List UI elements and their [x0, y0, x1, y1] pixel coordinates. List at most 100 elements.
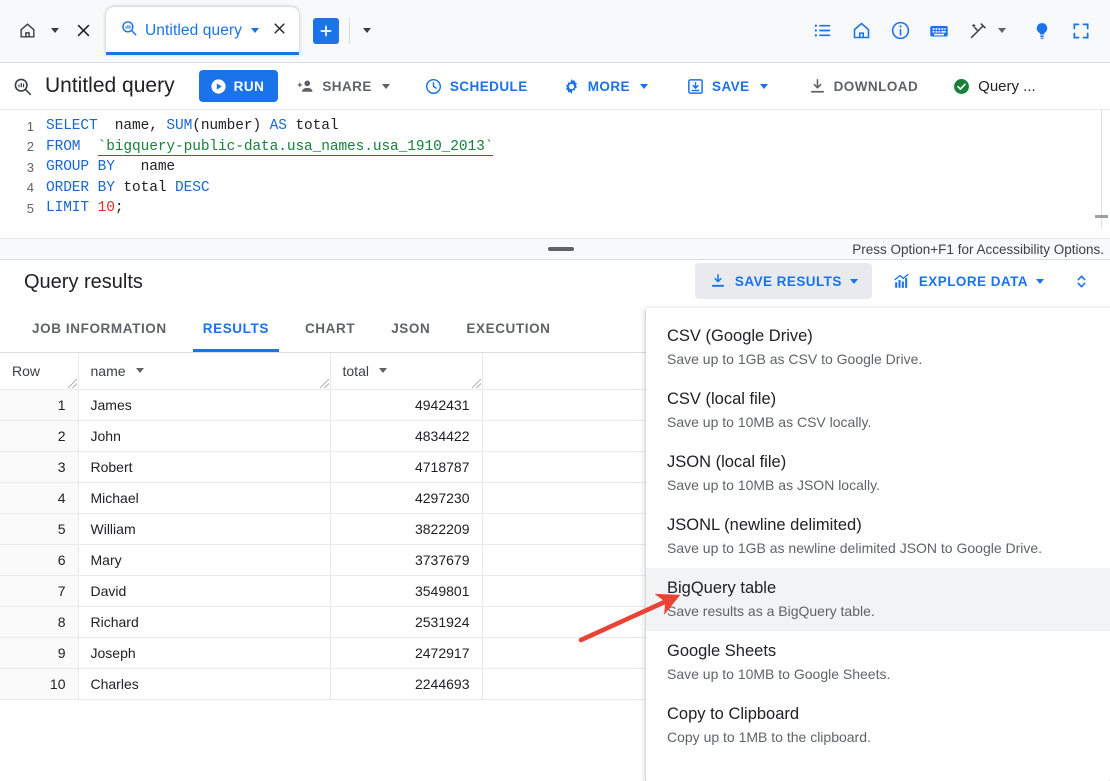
sql-token: FROM [46, 139, 80, 155]
save-results-chevron-down-icon[interactable] [850, 279, 858, 284]
column-name-chevron-down-icon[interactable] [136, 368, 144, 373]
tab-label: CHART [305, 321, 355, 336]
sql-token: 10 [98, 200, 115, 216]
results-actions: SAVE RESULTS EXPLORE DATA [695, 263, 1110, 299]
menu-item-description: Save results as a BigQuery table. [667, 601, 1088, 622]
save-results-button[interactable]: SAVE RESULTS [695, 263, 872, 299]
explore-data-chevron-down-icon[interactable] [1036, 279, 1044, 284]
menu-item-json-local-file[interactable]: JSON (local file)Save up to 10MB as JSON… [646, 442, 1110, 505]
sql-code-area[interactable]: 1SELECT name, SUM(number) AS total2FROM … [0, 110, 1110, 219]
cell-total: 2531924 [330, 606, 482, 637]
editor-scroll-thumb[interactable] [1095, 215, 1108, 218]
menu-item-description: Save up to 1GB as CSV to Google Drive. [667, 349, 1088, 370]
cell-name: Joseph [78, 637, 330, 668]
menu-item-title: CSV (local file) [667, 388, 1088, 411]
download-icon [808, 77, 827, 96]
query-toolbar: Untitled query RUN SHARE [0, 63, 1110, 110]
menu-item-bigquery-table[interactable]: BigQuery tableSave results as a BigQuery… [646, 568, 1110, 631]
save-results-menu[interactable]: CSV (Google Drive)Save up to 1GB as CSV … [646, 308, 1110, 781]
sql-token [80, 139, 97, 155]
cell-total: 4718787 [330, 451, 482, 482]
close-all-tabs-icon[interactable] [66, 14, 100, 48]
column-resize-handle[interactable] [320, 379, 329, 388]
panel-splitter[interactable]: Press Option+F1 for Accessibility Option… [0, 238, 1110, 260]
download-button[interactable]: DOWNLOAD [799, 69, 928, 103]
tab-untitled-query[interactable]: Untitled query [106, 7, 299, 55]
sql-line-content: FROM `bigquery-public-data.usa_names.usa… [46, 139, 493, 155]
magic-pen-icon[interactable] [963, 16, 993, 46]
column-header-total[interactable]: total [330, 353, 482, 389]
tab-chevron-down-icon[interactable] [251, 28, 259, 33]
menu-item-jsonl-newline-delimited[interactable]: JSONL (newline delimited)Save up to 1GB … [646, 505, 1110, 568]
person-add-icon [296, 77, 315, 96]
tab-strip-right-icons [807, 0, 1110, 62]
sql-token: total [115, 180, 175, 196]
column-header-row[interactable]: Row [0, 353, 78, 389]
splitter-grab-handle[interactable] [548, 247, 574, 251]
page-title: Untitled query [45, 74, 175, 98]
explore-data-button[interactable]: EXPLORE DATA [878, 263, 1058, 299]
editor-minimap[interactable] [1101, 110, 1102, 228]
download-icon [709, 272, 727, 290]
tab-job-information[interactable]: JOB INFORMATION [14, 305, 185, 352]
save-chevron-down-icon[interactable] [760, 84, 768, 89]
column-resize-handle[interactable] [68, 379, 77, 388]
column-header-name[interactable]: name [78, 353, 330, 389]
expand-collapse-icon[interactable] [1064, 264, 1098, 298]
home-icon[interactable] [846, 16, 876, 46]
menu-item-description: Save up to 10MB to Google Sheets. [667, 664, 1088, 685]
check-circle-icon [952, 77, 971, 96]
fullscreen-icon[interactable] [1066, 16, 1096, 46]
lightbulb-icon[interactable] [1027, 16, 1057, 46]
query-status-label: Query ... [978, 78, 1036, 95]
line-number: 1 [0, 119, 46, 134]
sql-line: 1SELECT name, SUM(number) AS total [0, 116, 1110, 137]
tab-close-icon[interactable] [272, 21, 287, 40]
sql-line-content: GROUP BY name [46, 159, 175, 175]
keyboard-icon[interactable] [924, 16, 954, 46]
tab-results[interactable]: RESULTS [185, 305, 287, 352]
query-search-icon [12, 76, 33, 97]
add-tab-chevron-down-icon[interactable] [356, 14, 378, 48]
share-chevron-down-icon[interactable] [382, 84, 390, 89]
more-chevron-down-icon[interactable] [640, 84, 648, 89]
sql-editor[interactable]: 1SELECT name, SUM(number) AS total2FROM … [0, 110, 1110, 238]
menu-item-google-sheets[interactable]: Google SheetsSave up to 10MB to Google S… [646, 631, 1110, 694]
info-icon[interactable] [885, 16, 915, 46]
add-tab-button[interactable] [313, 18, 339, 44]
home-menu-chevron-down-icon[interactable] [44, 14, 66, 48]
menu-item-copy-to-clipboard[interactable]: Copy to ClipboardCopy up to 1MB to the c… [646, 694, 1110, 757]
column-total-chevron-down-icon[interactable] [379, 368, 387, 373]
menu-item-title: CSV (Google Drive) [667, 325, 1088, 348]
more-button[interactable]: MORE [553, 69, 657, 103]
cell-total: 2472917 [330, 637, 482, 668]
tab-json[interactable]: JSON [373, 305, 448, 352]
tab-strip-left: Untitled query [0, 0, 378, 62]
cell-total: 3549801 [330, 575, 482, 606]
schedule-button[interactable]: SCHEDULE [415, 69, 537, 103]
tab-chart[interactable]: CHART [287, 305, 373, 352]
menu-item-csv-google-drive[interactable]: CSV (Google Drive)Save up to 1GB as CSV … [646, 316, 1110, 379]
menu-item-csv-local-file[interactable]: CSV (local file)Save up to 10MB as CSV l… [646, 379, 1110, 442]
tab-label: EXECUTION [466, 321, 550, 336]
share-button[interactable]: SHARE [287, 69, 399, 103]
cell-name: Charles [78, 668, 330, 699]
cell-row-number: 10 [0, 668, 78, 699]
sql-token: ORDER BY [46, 180, 115, 196]
schedule-label: SCHEDULE [450, 79, 528, 94]
run-label: RUN [234, 79, 265, 94]
home-icon[interactable] [10, 14, 44, 48]
save-button[interactable]: SAVE [677, 69, 777, 103]
tab-strip: Untitled query [0, 0, 1110, 63]
line-number: 3 [0, 160, 46, 175]
sql-line-content: ORDER BY total DESC [46, 180, 209, 196]
cell-name: Mary [78, 544, 330, 575]
list-icon[interactable] [807, 16, 837, 46]
tab-execution[interactable]: EXECUTION [448, 305, 568, 352]
column-resize-handle[interactable] [472, 379, 481, 388]
sql-line: 2FROM `bigquery-public-data.usa_names.us… [0, 137, 1110, 158]
sql-line: 4ORDER BY total DESC [0, 178, 1110, 199]
run-button[interactable]: RUN [199, 70, 279, 102]
menu-item-title: JSONL (newline delimited) [667, 514, 1088, 537]
magic-pen-chevron-down-icon[interactable] [994, 16, 1010, 46]
